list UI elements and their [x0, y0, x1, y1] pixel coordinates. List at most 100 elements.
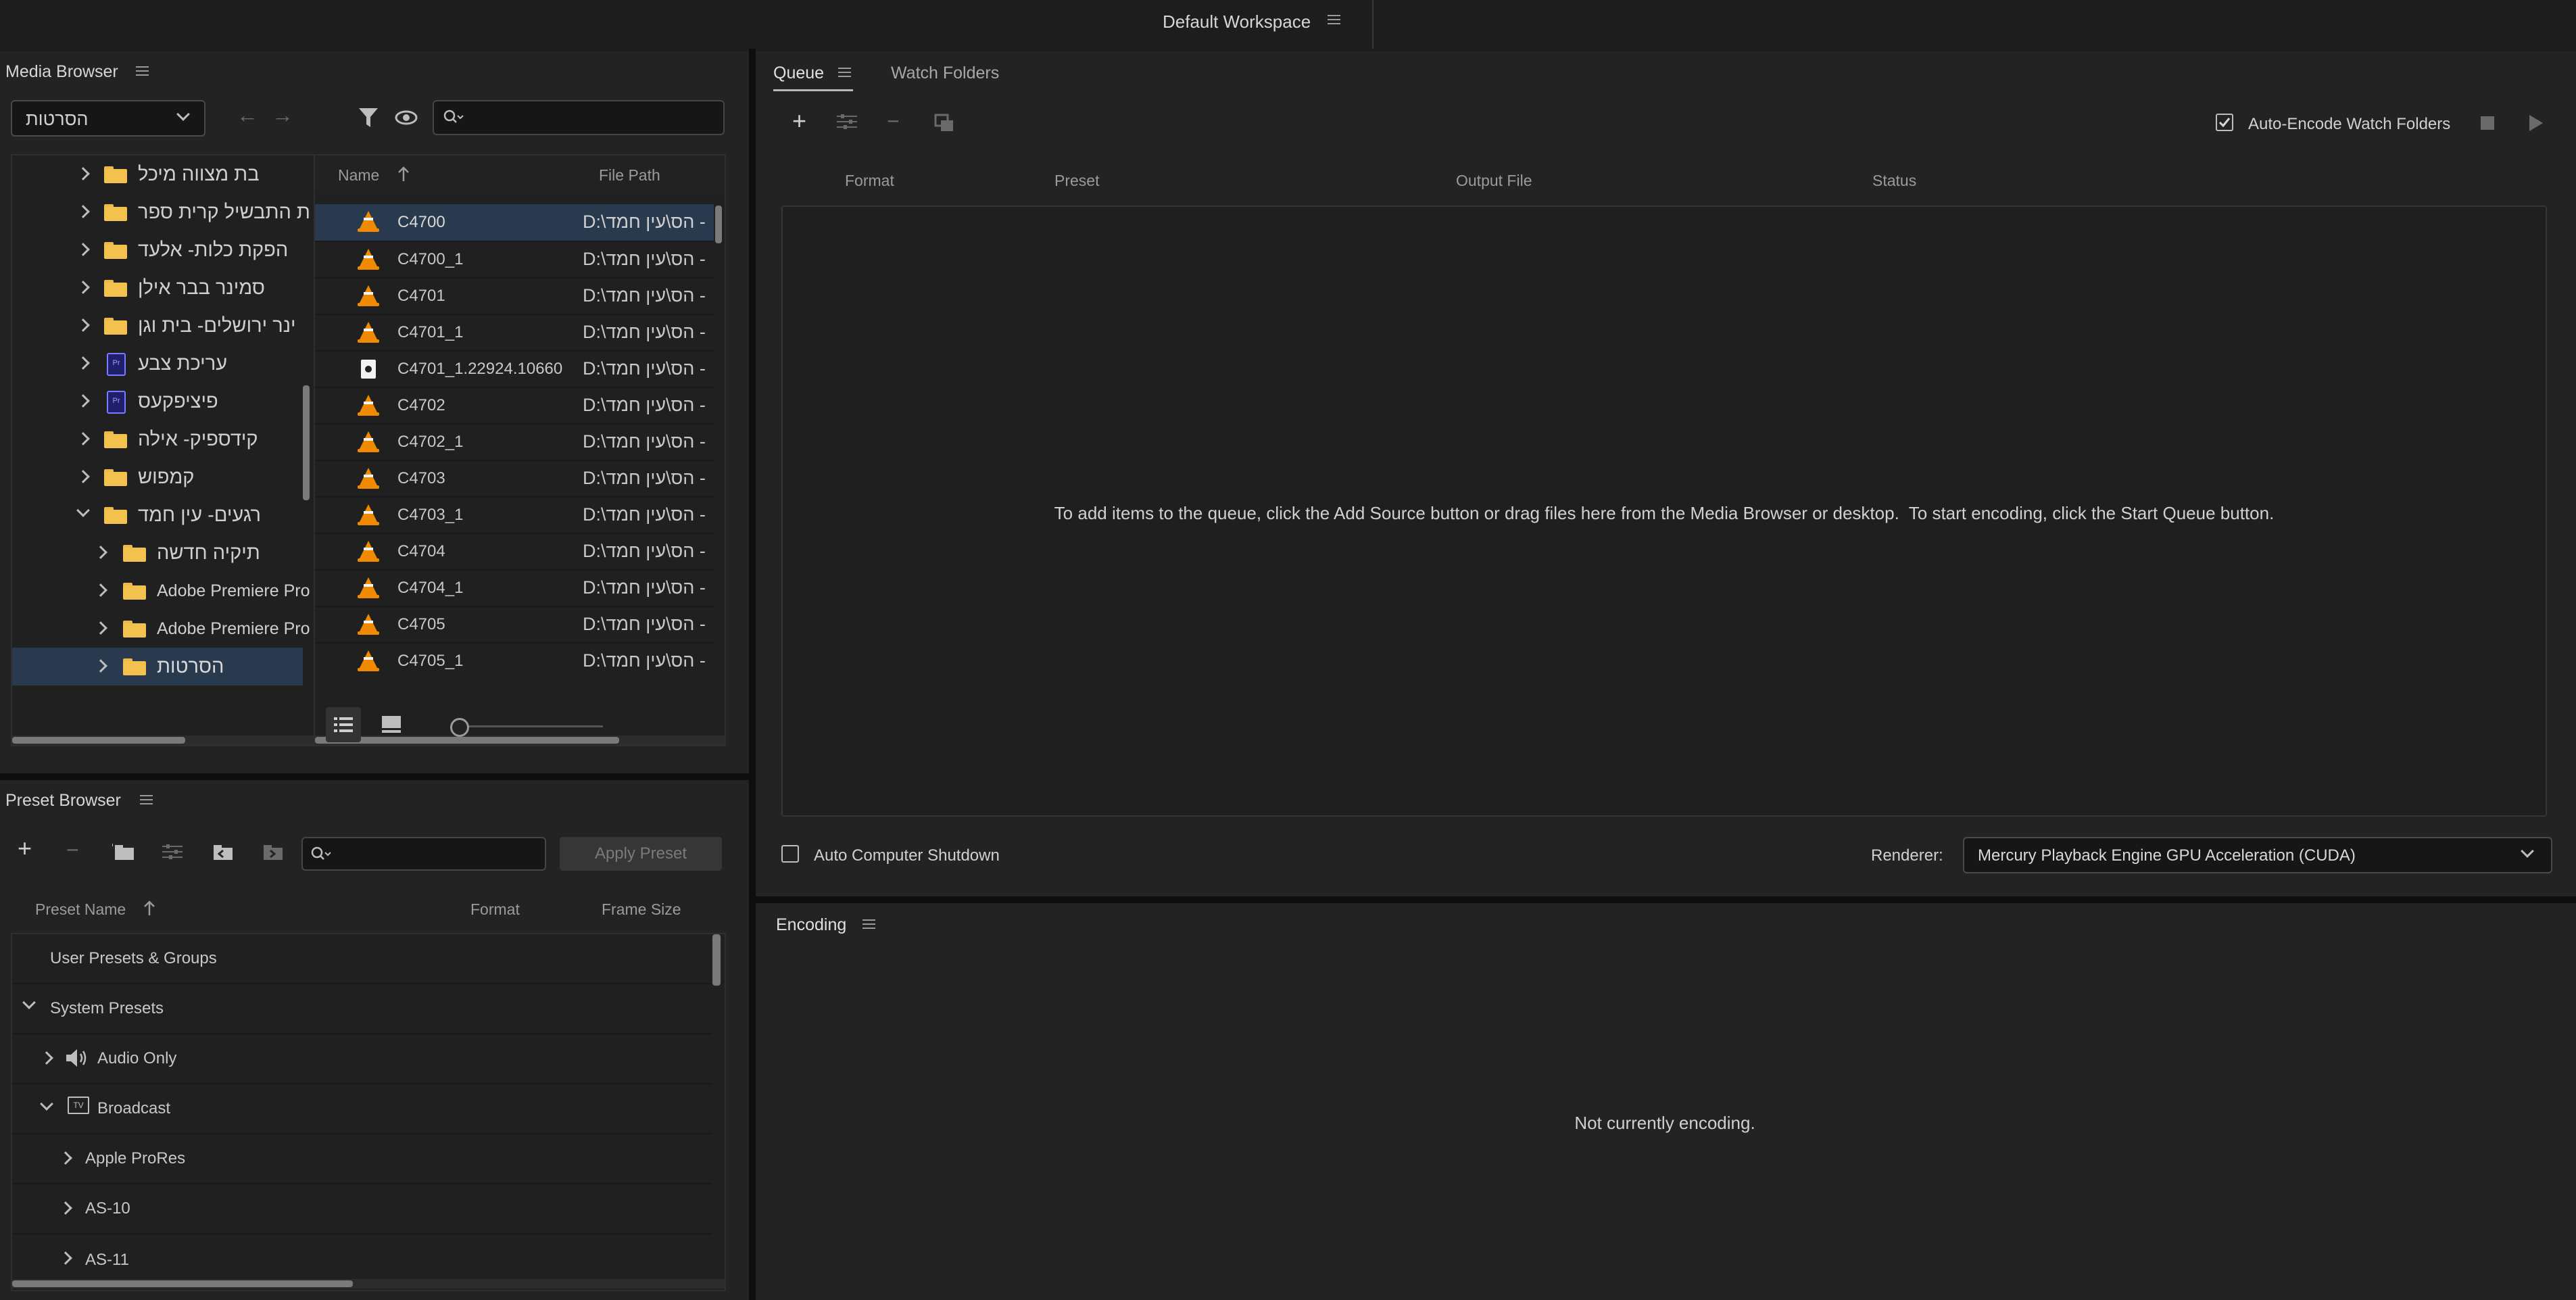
filter-icon[interactable]: [358, 107, 379, 128]
file-row[interactable]: C4702_1 D:\הס\עין חמד -: [315, 425, 714, 460]
chevron-right-icon[interactable]: [76, 205, 90, 218]
zoom-slider-handle[interactable]: [450, 718, 469, 737]
preset-row[interactable]: AS-10: [12, 1184, 711, 1233]
start-queue-icon[interactable]: [2529, 115, 2543, 131]
tree-horizontal-scrollbar[interactable]: [12, 737, 185, 744]
tree-item[interactable]: סמינר בבר אילן: [12, 269, 303, 307]
file-row[interactable]: C4705_1 D:\הס\עין חמד -: [315, 644, 714, 679]
tree-item[interactable]: קידספיק- אילה: [12, 420, 303, 458]
tab-watch-folders[interactable]: Watch Folders: [891, 64, 999, 83]
chevron-right-icon[interactable]: [40, 1051, 53, 1065]
remove-preset-icon[interactable]: −: [66, 839, 79, 861]
preset-search-input[interactable]: [301, 837, 546, 871]
chevron-right-icon[interactable]: [76, 470, 90, 483]
file-list-vertical-scrollbar[interactable]: [715, 206, 722, 243]
duplicate-icon[interactable]: [934, 114, 954, 133]
stop-queue-icon[interactable]: [2481, 116, 2494, 130]
tree-item[interactable]: בת מצווה מיכל: [12, 155, 303, 193]
tree-item[interactable]: קמפוש: [12, 458, 303, 496]
chevron-right-icon[interactable]: [76, 394, 90, 408]
chevron-right-icon[interactable]: [94, 659, 107, 673]
preset-settings-icon[interactable]: [162, 844, 183, 860]
tree-item[interactable]: תיקיה חדשה: [12, 534, 303, 572]
chevron-right-icon[interactable]: [76, 281, 90, 294]
chevron-right-icon[interactable]: [59, 1151, 72, 1165]
tree-item[interactable]: רגעים- עין חמד: [12, 496, 303, 534]
column-header-file-path[interactable]: File Path: [599, 166, 660, 185]
workspace-title[interactable]: Default Workspace: [1163, 11, 1311, 32]
tree-item[interactable]: ת התבשיל קרית ספר: [12, 193, 310, 231]
back-arrow-icon[interactable]: ←: [237, 103, 258, 128]
file-row[interactable]: C4701 D:\הס\עין חמד -: [315, 279, 714, 314]
preset-row[interactable]: User Presets & Groups: [12, 934, 711, 983]
tree-item[interactable]: Adobe Premiere Pro: [12, 610, 310, 648]
export-preset-icon[interactable]: [261, 842, 284, 861]
media-browser-menu-icon[interactable]: [136, 66, 149, 76]
queue-menu-icon[interactable]: [838, 68, 851, 77]
tree-item[interactable]: Pr פיציפקעס: [12, 383, 303, 420]
tree-item[interactable]: ינר ירושלים- בית וגן: [12, 307, 303, 345]
chevron-down-icon[interactable]: [40, 1097, 53, 1111]
tree-vertical-scrollbar[interactable]: [303, 385, 310, 500]
chevron-right-icon[interactable]: [76, 356, 90, 370]
workspace-menu-icon[interactable]: [1328, 15, 1340, 24]
chevron-right-icon[interactable]: [76, 318, 90, 332]
queue-settings-icon[interactable]: [837, 114, 857, 130]
chevron-right-icon[interactable]: [76, 167, 90, 180]
auto-encode-label[interactable]: Auto-Encode Watch Folders: [2248, 115, 2450, 134]
file-row[interactable]: C4704 D:\הס\עין חמד -: [315, 534, 714, 569]
preset-browser-menu-icon[interactable]: [140, 795, 153, 804]
forward-arrow-icon[interactable]: →: [272, 103, 293, 128]
encoding-menu-icon[interactable]: [862, 919, 875, 929]
file-row[interactable]: C4701_1.22924.10660 D:\הס\עין חמד -: [315, 352, 714, 387]
auto-shutdown-checkbox[interactable]: [781, 845, 799, 863]
remove-item-icon[interactable]: −: [887, 110, 900, 132]
renderer-dropdown[interactable]: Mercury Playback Engine GPU Acceleration…: [1963, 837, 2552, 873]
column-header-format[interactable]: Format: [470, 900, 520, 919]
auto-shutdown-label[interactable]: Auto Computer Shutdown: [814, 846, 1000, 865]
sort-ascending-icon[interactable]: [143, 900, 155, 917]
new-group-icon[interactable]: [112, 842, 135, 861]
apply-preset-button[interactable]: Apply Preset: [560, 837, 722, 871]
preset-row[interactable]: Audio Only: [12, 1034, 711, 1083]
file-row[interactable]: C4701_1 D:\הס\עין חמד -: [315, 315, 714, 350]
chevron-right-icon[interactable]: [94, 621, 107, 635]
tree-item-selected[interactable]: הסרטות: [12, 648, 303, 685]
preset-row[interactable]: Apple ProRes: [12, 1134, 711, 1183]
file-row[interactable]: C4705 D:\הס\עין חמד -: [315, 607, 714, 642]
tree-item[interactable]: הפקת כלות- אלעד: [12, 231, 303, 269]
chevron-right-icon[interactable]: [59, 1201, 72, 1215]
left-row-splitter[interactable]: [0, 773, 749, 780]
add-source-icon[interactable]: +: [792, 109, 806, 133]
preset-row[interactable]: TV Broadcast: [12, 1084, 711, 1133]
tab-queue[interactable]: Queue: [773, 57, 853, 91]
preset-horizontal-scrollbar[interactable]: [12, 1280, 353, 1287]
preset-row[interactable]: AS-11: [12, 1234, 711, 1283]
sort-ascending-icon[interactable]: [397, 166, 410, 183]
import-preset-icon[interactable]: [211, 842, 234, 861]
list-view-button[interactable]: [326, 707, 361, 742]
zoom-slider[interactable]: [450, 717, 603, 737]
right-row-splitter[interactable]: [756, 896, 2576, 903]
preset-vertical-scrollbar[interactable]: [712, 934, 721, 986]
file-row[interactable]: C4703 D:\הס\עין חמד -: [315, 461, 714, 496]
chevron-right-icon[interactable]: [59, 1251, 72, 1265]
tree-item[interactable]: Pr עריכת צבע: [12, 345, 303, 383]
chevron-right-icon[interactable]: [76, 243, 90, 256]
auto-encode-checkbox[interactable]: [2216, 114, 2233, 131]
chevron-down-icon[interactable]: [76, 504, 90, 517]
file-row[interactable]: C4704_1 D:\הס\עין חמד -: [315, 571, 714, 606]
preset-row[interactable]: System Presets: [12, 984, 711, 1033]
column-header-frame-size[interactable]: Frame Size: [602, 900, 681, 919]
file-row[interactable]: C4700_1 D:\הס\עין חמד -: [315, 242, 714, 277]
queue-drop-area[interactable]: To add items to the queue, click the Add…: [781, 206, 2547, 817]
file-row[interactable]: C4700 D:\הס\עין חמד -: [315, 204, 714, 241]
eye-icon[interactable]: [395, 110, 418, 126]
icon-view-icon[interactable]: [381, 715, 402, 734]
location-dropdown[interactable]: הסרטות: [11, 100, 205, 137]
media-search-input[interactable]: [433, 100, 725, 135]
chevron-right-icon[interactable]: [76, 432, 90, 446]
column-header-name[interactable]: Name: [338, 166, 379, 185]
new-preset-icon[interactable]: +: [18, 836, 32, 861]
file-row[interactable]: C4702 D:\הס\עין חמד -: [315, 388, 714, 423]
